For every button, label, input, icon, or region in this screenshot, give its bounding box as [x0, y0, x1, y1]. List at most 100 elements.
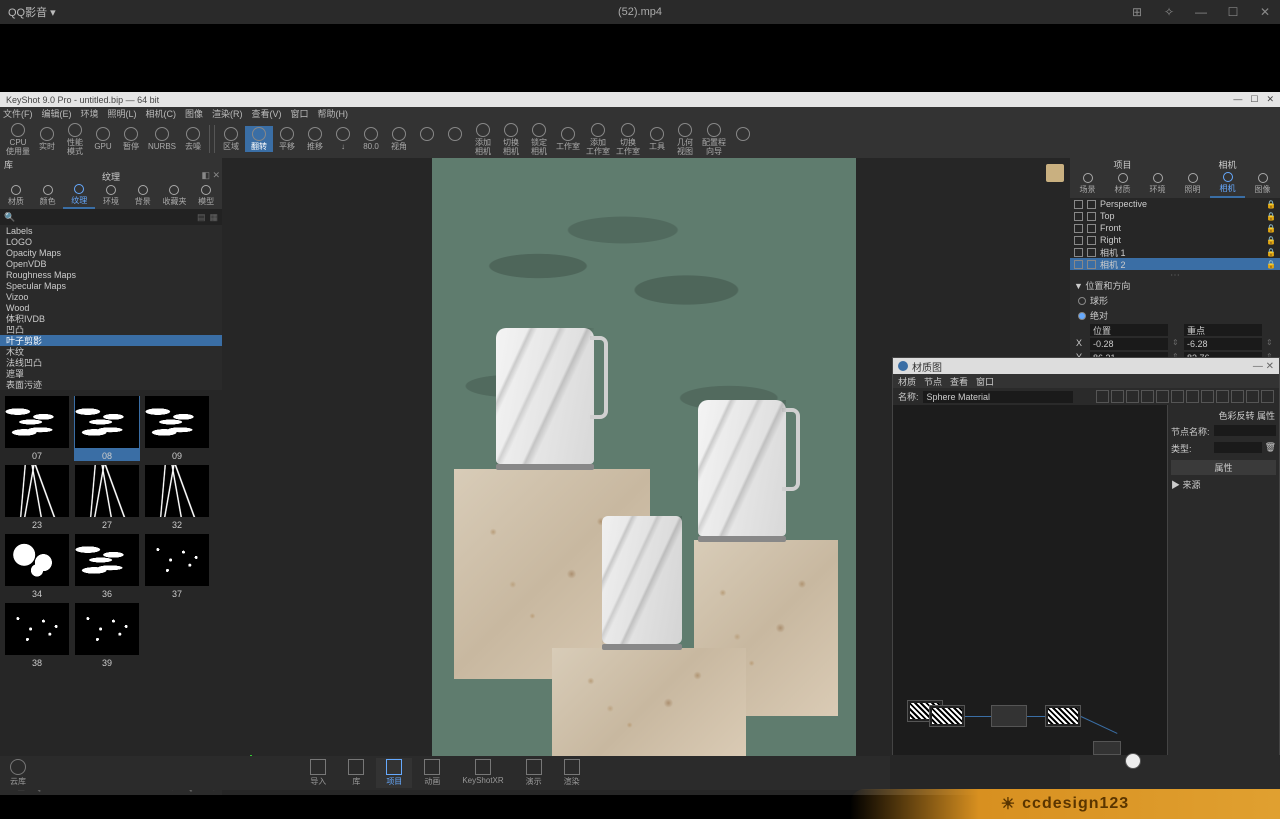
source-section[interactable]: ▶ 来源 [1171, 478, 1276, 491]
material-name-field[interactable]: Sphere Material [923, 391, 1073, 403]
texture-thumbnail[interactable]: 08 [74, 396, 140, 461]
texture-thumbnail[interactable]: 34 [4, 534, 70, 599]
library-tab[interactable]: 颜色 [32, 182, 64, 209]
texture-thumbnail[interactable]: 37 [144, 534, 210, 599]
folder-item[interactable]: 表面污迹 [0, 379, 222, 390]
bottom-nav-item[interactable]: 渲染 [554, 758, 590, 788]
toolbar-button[interactable]: 切换 工作室 [613, 122, 643, 157]
project-tab[interactable]: 相机 [1210, 170, 1245, 198]
node-output[interactable] [1125, 753, 1141, 769]
texture-thumbnail[interactable]: 09 [144, 396, 210, 461]
toolbar-button[interactable]: 平移 [273, 126, 301, 152]
toolbar-button[interactable] [413, 126, 441, 152]
node-texture-2[interactable] [929, 705, 965, 727]
folder-item[interactable]: 叶子剪影 [0, 335, 222, 346]
camera-item[interactable]: 相机 1🔒 [1070, 246, 1280, 258]
mat-tool-10[interactable] [1231, 390, 1244, 403]
toolbar-button[interactable]: 去噪 [179, 126, 207, 152]
camera-item[interactable]: Right🔒 [1070, 234, 1280, 246]
toolbar-button[interactable] [729, 126, 757, 152]
material-menu-item[interactable]: 节点 [924, 375, 942, 388]
bottom-nav-item[interactable]: 项目 [376, 758, 412, 788]
toolbar-button[interactable]: 性能 模式 [61, 122, 89, 157]
cloud-library-button[interactable]: 云库 [10, 759, 26, 787]
folder-item[interactable]: OpenVDB [0, 258, 222, 269]
player-btn-1[interactable]: ⊞ [1122, 0, 1152, 24]
toolbar-button[interactable]: 区域 [217, 126, 245, 152]
camera-item[interactable]: Front🔒 [1070, 222, 1280, 234]
mat-tool-9[interactable] [1216, 390, 1229, 403]
mat-tool-5[interactable] [1156, 390, 1169, 403]
texture-thumbnail[interactable]: 23 [4, 465, 70, 530]
library-tab[interactable]: 环境 [95, 182, 127, 209]
toolbar-button[interactable]: 暂停 [117, 126, 145, 152]
toolbar-button[interactable]: 视角 [385, 126, 413, 152]
bottom-nav-item[interactable]: 导入 [300, 758, 336, 788]
app-close-icon[interactable]: ✕ [1266, 94, 1274, 105]
mat-tool-6[interactable] [1171, 390, 1184, 403]
mat-tool-7[interactable] [1186, 390, 1199, 403]
filter-icon[interactable]: ▤ [197, 212, 206, 223]
texture-thumbnail[interactable]: 38 [4, 603, 70, 668]
camera-item[interactable]: Top🔒 [1070, 210, 1280, 222]
camera-item[interactable]: Perspective🔒 [1070, 198, 1280, 210]
menu-item[interactable]: 渲染(R) [212, 107, 243, 120]
sort-icon[interactable]: ▦ [209, 212, 218, 223]
node-op-2[interactable] [1093, 741, 1121, 755]
menu-item[interactable]: 文件(F) [3, 107, 33, 120]
node-name-field[interactable] [1214, 425, 1276, 436]
material-menu-item[interactable]: 材质 [898, 375, 916, 388]
texture-thumbnail[interactable]: 07 [4, 396, 70, 461]
bottom-nav-item[interactable]: 动画 [414, 758, 450, 788]
toolbar-button[interactable]: 实时 [33, 126, 61, 152]
render-viewport[interactable] [432, 158, 856, 758]
toolbar-button[interactable]: ↓ [329, 126, 357, 152]
radio-spherical[interactable] [1078, 297, 1086, 305]
mat-tool-1[interactable] [1096, 390, 1109, 403]
material-menu-item[interactable]: 窗口 [976, 375, 994, 388]
menu-item[interactable]: 查看(V) [252, 107, 282, 120]
menu-item[interactable]: 相机(C) [146, 107, 177, 120]
toolbar-button[interactable]: 几何 视图 [671, 122, 699, 157]
mat-tool-8[interactable] [1201, 390, 1214, 403]
library-header-btns[interactable]: ◧ ✕ [201, 170, 220, 181]
properties-button[interactable]: 属性 [1171, 460, 1276, 475]
project-tab[interactable]: 材质 [1105, 170, 1140, 198]
viewport-tool-button[interactable] [1046, 164, 1064, 182]
bottom-nav-item[interactable]: 库 [338, 758, 374, 788]
app-minimize-icon[interactable]: — [1233, 94, 1242, 105]
pos-x[interactable]: -0.28 [1090, 338, 1168, 350]
texture-thumbnail[interactable]: 36 [74, 534, 140, 599]
node-graph[interactable] [893, 405, 1167, 755]
close-icon[interactable]: ✕ [1250, 0, 1280, 24]
library-tab[interactable]: 模型 [190, 182, 222, 209]
library-tab[interactable]: 纹理 [63, 182, 95, 209]
player-app-name[interactable]: QQ影音 ▾ [8, 4, 56, 20]
menu-item[interactable]: 图像 [185, 107, 203, 120]
texture-thumbnail[interactable]: 27 [74, 465, 140, 530]
bottom-nav-item[interactable]: KeyShotXR [452, 758, 513, 788]
folder-item[interactable]: Labels [0, 225, 222, 236]
mat-tool-3[interactable] [1126, 390, 1139, 403]
toolbar-button[interactable]: 切换 相机 [497, 122, 525, 157]
library-tab[interactable]: 收藏夹 [159, 182, 191, 209]
project-tab[interactable]: 场景 [1070, 170, 1105, 198]
node-op-1[interactable] [991, 705, 1027, 727]
project-tab[interactable]: 图像 [1245, 170, 1280, 198]
project-tab[interactable]: 环境 [1140, 170, 1175, 198]
material-titlebar[interactable]: 材质图 — ✕ [893, 358, 1279, 374]
toolbar-button[interactable] [441, 126, 469, 152]
library-tab[interactable]: 材质 [0, 182, 32, 209]
node-texture-3[interactable] [1045, 705, 1081, 727]
maximize-icon[interactable]: ☐ [1218, 0, 1248, 24]
radio-absolute[interactable] [1078, 312, 1086, 320]
player-btn-2[interactable]: ✧ [1154, 0, 1184, 24]
folder-item[interactable]: LOGO [0, 236, 222, 247]
menu-item[interactable]: 帮助(H) [318, 107, 349, 120]
bottom-nav-item[interactable]: 演示 [516, 758, 552, 788]
menu-item[interactable]: 照明(L) [108, 107, 137, 120]
toolbar-button[interactable]: 推移 [301, 126, 329, 152]
position-header[interactable]: ▼ 位置和方向 [1074, 278, 1276, 293]
mat-tool-4[interactable] [1141, 390, 1154, 403]
material-close-icon[interactable]: — ✕ [1253, 361, 1274, 372]
